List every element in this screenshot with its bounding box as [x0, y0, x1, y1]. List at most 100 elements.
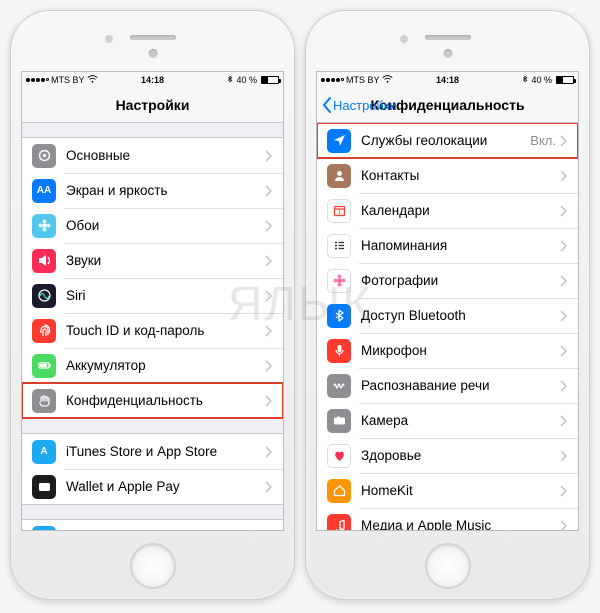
batt-icon — [32, 354, 56, 378]
front-camera — [148, 49, 157, 58]
earpiece-speaker — [425, 35, 471, 40]
row-camera[interactable]: Камера — [317, 403, 578, 438]
speaker-icon — [32, 249, 56, 273]
row-calendar[interactable]: Календари — [317, 193, 578, 228]
chevron-right-icon — [560, 205, 568, 217]
page-title: Настройки — [116, 97, 190, 113]
row-general[interactable]: Основные — [22, 138, 283, 173]
row-mail[interactable]: Почта — [22, 520, 283, 530]
gear-icon — [32, 144, 56, 168]
row-label: Touch ID и код-пароль — [66, 323, 265, 338]
cam-icon — [327, 409, 351, 433]
row-media[interactable]: Медиа и Apple Music — [317, 508, 578, 530]
row-label: Службы геолокации — [361, 133, 530, 148]
battery-pct: 40 % — [531, 75, 552, 85]
row-location[interactable]: Службы геолокацииВкл. — [317, 123, 578, 158]
row-speech[interactable]: Распознавание речи — [317, 368, 578, 403]
flower-icon — [327, 269, 351, 293]
wave-icon — [327, 374, 351, 398]
row-label: Доступ Bluetooth — [361, 308, 560, 323]
row-contacts[interactable]: Контакты — [317, 158, 578, 193]
home-icon — [327, 479, 351, 503]
loc-icon — [327, 129, 351, 153]
row-label: Фотографии — [361, 273, 560, 288]
chevron-right-icon — [560, 450, 568, 462]
row-label: Основные — [66, 148, 265, 163]
row-homekit[interactable]: HomeKit — [317, 473, 578, 508]
row-itunes[interactable]: AiTunes Store и App Store — [22, 434, 283, 469]
home-button[interactable] — [425, 543, 471, 589]
proximity-sensor — [400, 35, 408, 43]
chevron-right-icon — [560, 135, 568, 147]
flower-icon — [32, 214, 56, 238]
row-label: Звуки — [66, 253, 265, 268]
home-button[interactable] — [130, 543, 176, 589]
row-health[interactable]: Здоровье — [317, 438, 578, 473]
battery-icon — [556, 76, 574, 84]
chevron-right-icon — [560, 380, 568, 392]
contact-icon — [327, 164, 351, 188]
wallet-icon — [32, 475, 56, 499]
row-reminders[interactable]: Напоминания — [317, 228, 578, 263]
row-mic[interactable]: Микрофон — [317, 333, 578, 368]
chevron-right-icon — [265, 185, 273, 197]
mail-icon — [32, 526, 56, 531]
bluetooth-icon — [521, 74, 529, 86]
settings-list[interactable]: Основные AAЭкран и яркость Обои Звуки Siri To… — [22, 123, 283, 530]
row-bluetooth[interactable]: Доступ Bluetooth — [317, 298, 578, 333]
row-label: Напоминания — [361, 238, 560, 253]
row-label: Здоровье — [361, 448, 560, 463]
status-bar: MTS BY 14:18 40 % — [317, 72, 578, 88]
finger-icon — [32, 319, 56, 343]
front-camera — [443, 49, 452, 58]
A-icon: A — [32, 440, 56, 464]
siri-icon — [32, 284, 56, 308]
navbar: Настройки — [22, 88, 283, 123]
chevron-right-icon — [265, 446, 273, 458]
row-touchid[interactable]: Touch ID и код-пароль — [22, 313, 283, 348]
clock: 14:18 — [141, 75, 164, 85]
row-wallpaper[interactable]: Обои — [22, 208, 283, 243]
row-sounds[interactable]: Звуки — [22, 243, 283, 278]
AA-icon: AA — [32, 179, 56, 203]
row-privacy[interactable]: Конфиденциальность — [22, 383, 283, 418]
row-wallet[interactable]: Wallet и Apple Pay — [22, 469, 283, 504]
proximity-sensor — [105, 35, 113, 43]
row-value: Вкл. — [530, 133, 556, 148]
hand-icon — [32, 389, 56, 413]
wifi-icon — [87, 74, 98, 87]
row-display[interactable]: AAЭкран и яркость — [22, 173, 283, 208]
chevron-right-icon — [265, 360, 273, 372]
row-label: Контакты — [361, 168, 560, 183]
chevron-right-icon — [560, 170, 568, 182]
carrier-label: MTS BY — [51, 75, 85, 85]
bluetooth-icon — [226, 74, 234, 86]
chevron-right-icon — [265, 481, 273, 493]
row-photos[interactable]: Фотографии — [317, 263, 578, 298]
list-icon — [327, 234, 351, 258]
row-label: Камера — [361, 413, 560, 428]
cal-icon — [327, 199, 351, 223]
row-label: Siri — [66, 288, 265, 303]
carrier-label: MTS BY — [346, 75, 380, 85]
chevron-right-icon — [560, 345, 568, 357]
note-icon — [327, 514, 351, 531]
row-label: Обои — [66, 218, 265, 233]
chevron-right-icon — [265, 220, 273, 232]
screen-settings: MTS BY 14:18 40 % Настройки Основные AAЭк… — [21, 71, 284, 531]
chevron-right-icon — [560, 485, 568, 497]
signal-dots-icon — [26, 78, 49, 82]
row-label: Распознавание речи — [361, 378, 560, 393]
battery-icon — [261, 76, 279, 84]
row-siri[interactable]: Siri — [22, 278, 283, 313]
back-button[interactable]: Настройки — [321, 88, 397, 122]
row-label: Wallet и Apple Pay — [66, 479, 265, 494]
privacy-list[interactable]: Службы геолокацииВкл. Контакты Календари На… — [317, 123, 578, 530]
status-bar: MTS BY 14:18 40 % — [22, 72, 283, 88]
chevron-right-icon — [560, 520, 568, 531]
signal-dots-icon — [321, 78, 344, 82]
row-label: Микрофон — [361, 343, 560, 358]
row-battery[interactable]: Аккумулятор — [22, 348, 283, 383]
chevron-right-icon — [560, 275, 568, 287]
mic-icon — [327, 339, 351, 363]
